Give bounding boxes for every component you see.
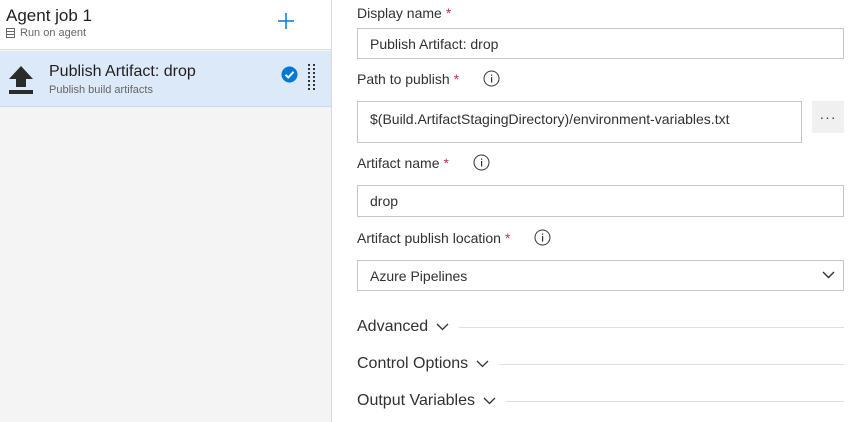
publish-location-value: Azure Pipelines: [370, 267, 468, 284]
output-variables-section-toggle[interactable]: Output Variables: [357, 391, 844, 411]
path-to-publish-input[interactable]: $(Build.ArtifactStagingDirectory)/enviro…: [357, 101, 802, 143]
control-options-section-toggle[interactable]: Control Options: [357, 354, 844, 374]
task-subtitle: Publish build artifacts: [49, 84, 153, 96]
section-divider: [459, 326, 844, 328]
task-title: Publish Artifact: drop: [49, 63, 196, 80]
path-to-publish-label: Path to publish *: [357, 70, 500, 87]
advanced-section-toggle[interactable]: Advanced: [357, 317, 844, 337]
agent-job-header[interactable]: Agent job 1 Run on agent: [0, 0, 331, 50]
browse-path-button[interactable]: ···: [812, 101, 844, 133]
artifact-name-label-text: Artifact name: [357, 154, 440, 171]
chevron-down-icon: [476, 360, 489, 368]
display-name-label-text: Display name: [357, 5, 442, 21]
section-divider: [499, 363, 844, 365]
publish-location-label: Artifact publish location *: [357, 229, 551, 246]
task-settings-pane: Display name * Publish Artifact: drop Pa…: [333, 0, 858, 422]
path-to-publish-label-text: Path to publish: [357, 70, 450, 87]
agent-job-title: Agent job 1: [6, 6, 93, 25]
agent-job-subtitle-text: Run on agent: [20, 27, 87, 39]
agent-job-subtitle: Run on agent: [6, 27, 86, 39]
chevron-down-icon: [822, 271, 835, 279]
info-icon[interactable]: [473, 154, 490, 171]
plus-icon: [278, 13, 294, 29]
path-to-publish-value: $(Build.ArtifactStagingDirectory)/enviro…: [370, 111, 730, 127]
output-variables-section-label: Output Variables: [357, 392, 475, 409]
enabled-check-icon[interactable]: [281, 66, 298, 83]
publish-location-select[interactable]: Azure Pipelines: [357, 260, 844, 291]
artifact-name-input[interactable]: drop: [357, 185, 844, 217]
add-task-button[interactable]: [273, 8, 299, 34]
display-name-label: Display name *: [357, 5, 451, 21]
required-marker: *: [445, 5, 452, 21]
required-marker: *: [443, 154, 449, 171]
section-divider: [506, 400, 844, 402]
artifact-name-label: Artifact name *: [357, 154, 490, 171]
display-name-input[interactable]: Publish Artifact: drop: [357, 28, 844, 59]
display-name-value: Publish Artifact: drop: [370, 35, 499, 52]
drag-handle-icon[interactable]: [308, 64, 316, 92]
chevron-down-icon: [483, 397, 496, 405]
required-marker: *: [504, 229, 511, 246]
ellipsis-icon: ···: [819, 109, 837, 125]
chevron-down-icon: [436, 323, 449, 331]
info-icon[interactable]: [534, 229, 551, 246]
required-marker: *: [453, 70, 460, 87]
control-options-section-label: Control Options: [357, 355, 469, 372]
server-icon: [6, 28, 15, 38]
upload-arrow-icon: [9, 66, 33, 94]
info-icon[interactable]: [483, 70, 500, 87]
artifact-name-value: drop: [370, 193, 399, 209]
advanced-section-label: Advanced: [357, 318, 429, 335]
publish-location-label-text: Artifact publish location: [357, 229, 501, 246]
job-tasks-pane: Agent job 1 Run on agent Publish Artifac…: [0, 0, 332, 422]
